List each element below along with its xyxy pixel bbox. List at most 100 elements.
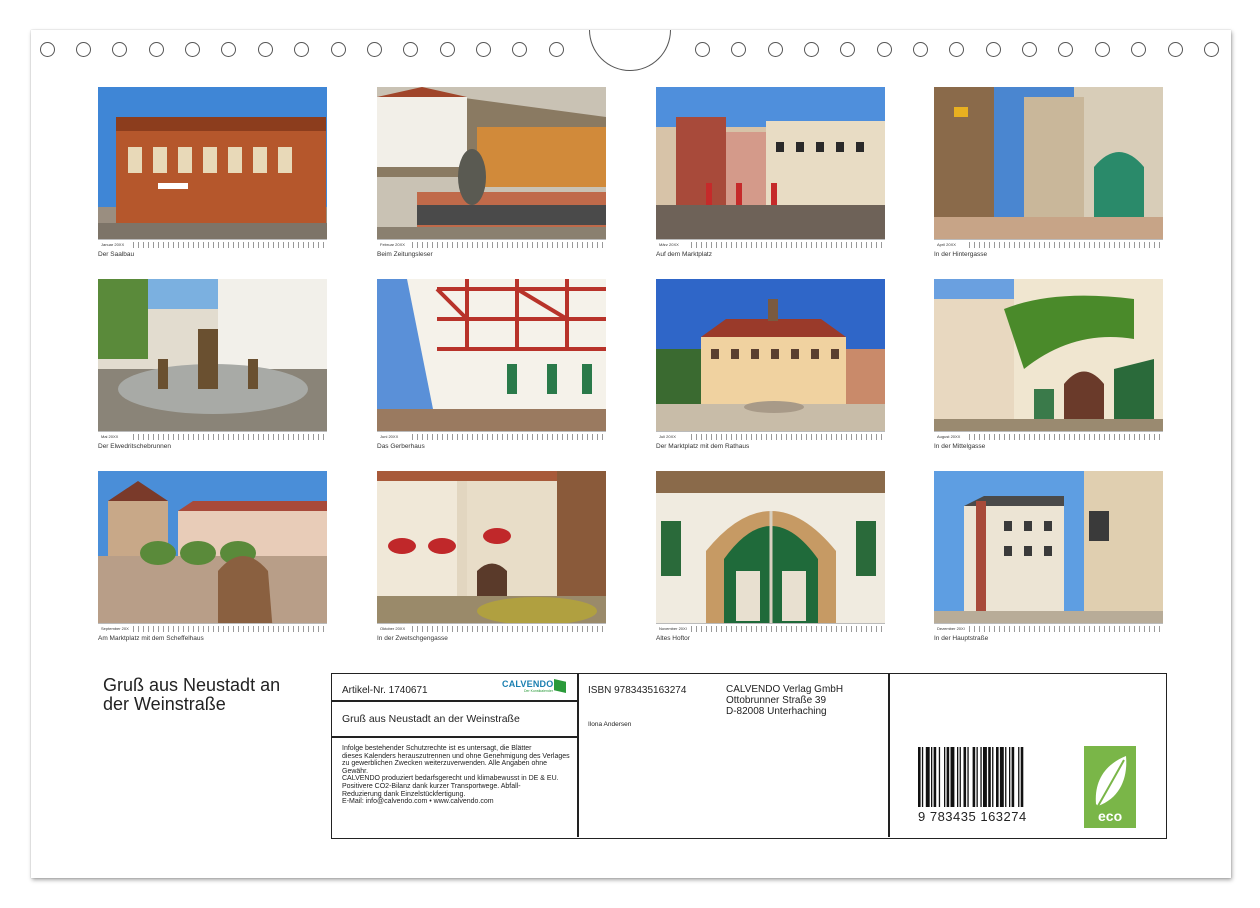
binding-hole	[913, 42, 928, 57]
photo-caption: Das Gerberhaus	[377, 443, 425, 450]
day-cells	[129, 241, 325, 248]
day-cells	[408, 625, 604, 632]
logo-text: CALVENDO	[502, 679, 554, 689]
photo-image	[656, 87, 885, 249]
photo-image	[934, 279, 1163, 441]
binding-hole	[76, 42, 91, 57]
product-info-box: Artikel-Nr. 1740671 CALVENDO Der Kunstka…	[331, 673, 1167, 839]
month-label: Oktober 20XX	[380, 626, 406, 631]
binding-hole	[768, 42, 783, 57]
month-strip: März 20XX	[656, 239, 885, 249]
calendar-photo: November 20XX	[656, 471, 885, 633]
day-cells	[965, 241, 1161, 248]
divider	[332, 736, 578, 738]
binding-hole	[804, 42, 819, 57]
photo-caption: Der Saalbau	[98, 251, 135, 258]
month-strip: Oktober 20XX	[377, 623, 606, 633]
article-number: Artikel-Nr. 1740671	[342, 685, 428, 696]
binding-hole	[877, 42, 892, 57]
binding-hole	[367, 42, 382, 57]
photo-image	[934, 471, 1163, 633]
month-strip: Januar 20XX	[98, 239, 327, 249]
barcode: 9 783435 163274	[918, 747, 1054, 824]
month-strip: Dezember 20XX	[934, 623, 1163, 633]
binding-hole	[1131, 42, 1146, 57]
photo-caption: Auf dem Marktplatz	[656, 251, 712, 258]
calendar-photo: März 20XX	[656, 87, 885, 249]
binding-hole	[549, 42, 564, 57]
binding-hole	[840, 42, 855, 57]
photo-image	[377, 87, 606, 249]
photo-caption: Altes Hoftor	[656, 635, 690, 642]
binding-hole	[258, 42, 273, 57]
month-label: Juni 20XX	[380, 434, 399, 439]
month-label: April 20XX	[937, 242, 956, 247]
photo-image	[377, 471, 606, 633]
day-cells	[687, 241, 883, 248]
photo-caption: Der Marktplatz mit dem Rathaus	[656, 443, 750, 450]
month-label: Juli 20XX	[659, 434, 676, 439]
binding-hole	[331, 42, 346, 57]
photo-caption: In der Hintergasse	[934, 251, 988, 258]
month-label: August 20XX	[937, 434, 961, 439]
binding-hole	[440, 42, 455, 57]
month-label: September 20XX	[101, 626, 132, 631]
author: Ilona Andersen	[588, 721, 632, 728]
month-strip: April 20XX	[934, 239, 1163, 249]
barcode-bars-icon	[918, 747, 1024, 807]
month-strip: Mai 20XX	[98, 431, 327, 441]
divider	[332, 700, 578, 702]
eco-badge: eco	[1084, 746, 1136, 828]
photo-caption: Beim Zeitungsleser	[377, 251, 433, 258]
day-cells	[965, 625, 1161, 632]
calendar-photo: Mai 20XX	[98, 279, 327, 441]
binding-hole	[512, 42, 527, 57]
month-label: Dezember 20XX	[937, 626, 967, 631]
calvendo-logo: CALVENDO Der Kunstkalender	[502, 679, 566, 695]
month-strip: August 20XX	[934, 431, 1163, 441]
day-cells	[687, 625, 883, 632]
binding-hole	[1204, 42, 1219, 57]
month-strip: September 20XX	[98, 623, 327, 633]
day-cells	[129, 433, 325, 440]
month-label: Januar 20XX	[101, 242, 125, 247]
calendar-photo: August 20XX	[934, 279, 1163, 441]
binding-hole	[149, 42, 164, 57]
photo-caption: In der Mittelgasse	[934, 443, 986, 450]
publisher-name: CALVENDO Verlag GmbH	[726, 684, 844, 695]
binding-hole	[1058, 42, 1073, 57]
title-line-1: Gruß aus Neustadt an	[103, 675, 281, 695]
binding-hole	[112, 42, 127, 57]
divider	[888, 674, 890, 837]
calendar-photo: Januar 20XX	[98, 87, 327, 249]
photo-image	[377, 279, 606, 441]
legal-text: Infolge bestehender Schutzrechte ist es …	[342, 745, 570, 806]
product-title: Gruß aus Neustadt an der Weinstraße	[342, 713, 520, 725]
photo-image	[656, 279, 885, 441]
day-cells	[687, 433, 883, 440]
publisher-city: D-82008 Unterhaching	[726, 706, 827, 717]
month-strip: Juli 20XX	[656, 431, 885, 441]
calendar-photo: Juni 20XX	[377, 279, 606, 441]
photo-caption: Am Marktplatz mit dem Scheffelhaus	[98, 635, 204, 642]
photo-image	[98, 87, 327, 249]
calendar-photo: Dezember 20XX	[934, 471, 1163, 633]
calendar-back-page: Januar 20XX Der Saalbau Februar 20XX Beim Z…	[31, 30, 1231, 878]
isbn: ISBN 9783435163274	[588, 685, 687, 696]
month-label: Februar 20XX	[380, 242, 405, 247]
photo-image	[656, 471, 885, 633]
photo-caption: In der Hauptstraße	[934, 635, 989, 642]
logo-flag-icon	[554, 679, 566, 693]
calendar-title: Gruß aus Neustadt an der Weinstraße	[103, 676, 333, 714]
calendar-photo: Februar 20XX	[377, 87, 606, 249]
day-cells	[965, 433, 1161, 440]
month-strip: Juni 20XX	[377, 431, 606, 441]
month-label: März 20XX	[659, 242, 679, 247]
month-strip: Februar 20XX	[377, 239, 606, 249]
calendar-photo: September 20XX	[98, 471, 327, 633]
binding-hole	[40, 42, 55, 57]
day-cells	[408, 433, 604, 440]
photo-image	[934, 87, 1163, 249]
month-strip: November 20XX	[656, 623, 885, 633]
hanger-notch	[589, 30, 671, 71]
